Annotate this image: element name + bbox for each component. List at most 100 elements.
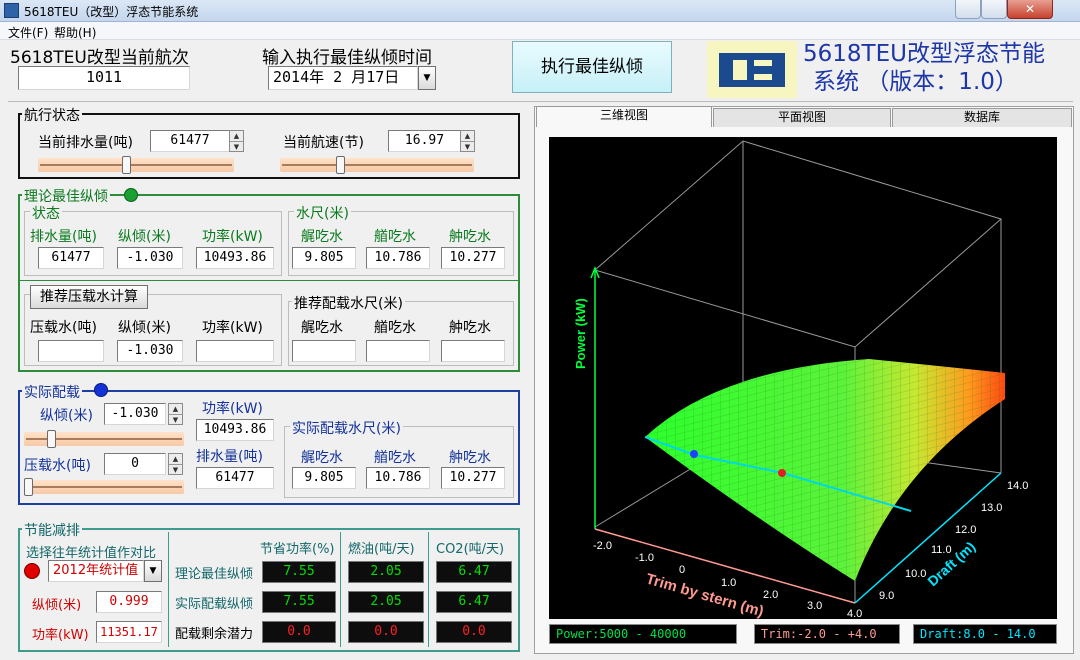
recommended-fwd-label: 艏吃水 bbox=[374, 320, 416, 336]
theory-mid-field[interactable]: 10.277 bbox=[441, 247, 505, 269]
displacement-label: 当前排水量(吨) bbox=[38, 135, 133, 151]
menu-help[interactable]: 帮助(H) bbox=[54, 24, 96, 41]
draft-tick: 11.0 bbox=[931, 544, 952, 556]
trim-tick: 4.0 bbox=[847, 608, 862, 619]
exec-date-picker[interactable]: 2014年 2 月17日 bbox=[268, 66, 418, 90]
theory-displacement-label: 排水量(吨) bbox=[30, 229, 97, 245]
ballast-power-field[interactable] bbox=[196, 340, 274, 362]
actual-fwd-label: 艏吃水 bbox=[374, 450, 416, 466]
theory-aft-label: 艉吃水 bbox=[301, 229, 343, 245]
actual-aft-label: 艉吃水 bbox=[301, 450, 343, 466]
saving-divider-1 bbox=[168, 532, 169, 647]
surface-plot[interactable]: Power (kW) -2.0 -1.0 0 1.0 2.0 3.0 4.0 T… bbox=[549, 137, 1057, 620]
actual-mid-field[interactable]: 10.277 bbox=[441, 467, 505, 489]
displacement-slider-thumb[interactable] bbox=[122, 156, 131, 174]
trim-tick: 0 bbox=[679, 564, 685, 576]
actual-trim-slider-thumb[interactable] bbox=[47, 430, 56, 448]
saving-fuel-value: 2.05 bbox=[348, 561, 424, 583]
recommended-fwd-field[interactable] bbox=[366, 340, 430, 362]
tab-3d-view[interactable]: 三维视图 bbox=[536, 106, 712, 127]
maximize-button[interactable] bbox=[981, 0, 1007, 19]
theory-draft-title: 水尺(米) bbox=[294, 203, 351, 223]
minimize-button[interactable] bbox=[955, 0, 981, 19]
recommended-mid-field[interactable] bbox=[441, 340, 505, 362]
actual-trim-field[interactable]: -1.030 bbox=[104, 403, 166, 425]
theory-trim-field[interactable]: -1.030 bbox=[117, 247, 183, 269]
theory-aft-field[interactable]: 9.805 bbox=[292, 247, 356, 269]
actual-ballast-field[interactable]: 0 bbox=[104, 453, 166, 475]
theory-power-field[interactable]: 10493.86 bbox=[196, 247, 274, 269]
title-bar: 5618TEU（改型）浮态节能系统 ✕ bbox=[0, 0, 1080, 22]
actual-power-field[interactable]: 10493.86 bbox=[196, 419, 274, 441]
displacement-spinner[interactable]: ▲ ▼ bbox=[229, 130, 244, 152]
speed-spinner[interactable]: ▲ ▼ bbox=[460, 130, 475, 152]
draft-range-status: Draft:8.0 - 14.0 bbox=[913, 624, 1057, 644]
theory-mid-label: 舯吃水 bbox=[449, 229, 491, 245]
saving-row-label: 理论最佳纵倾 bbox=[175, 567, 254, 582]
draft-tick: 9.0 bbox=[879, 590, 894, 602]
trim-tick: 1.0 bbox=[721, 577, 736, 589]
actual-mid-label: 舯吃水 bbox=[449, 450, 491, 466]
theory-displacement-field[interactable]: 61477 bbox=[38, 247, 104, 269]
voyage-field[interactable]: 1011 bbox=[18, 66, 190, 90]
tab-database[interactable]: 数据库 bbox=[892, 108, 1072, 127]
saving-co2-value: 6.47 bbox=[436, 561, 512, 583]
actual-fwd-field[interactable]: 10.786 bbox=[366, 467, 430, 489]
chevron-up-icon[interactable]: ▲ bbox=[461, 131, 474, 141]
actual-status-led-icon bbox=[94, 383, 108, 397]
theory-status-led-icon bbox=[124, 188, 138, 202]
theory-fwd-field[interactable]: 10.786 bbox=[366, 247, 430, 269]
recommended-aft-label: 艉吃水 bbox=[301, 320, 343, 336]
year-select[interactable]: 2012年统计值 bbox=[48, 560, 144, 582]
theory-trim-label: 纵倾(米) bbox=[118, 229, 171, 245]
menu-bar: 文件(F) 帮助(H) bbox=[0, 22, 1080, 40]
voyage-state-title: 航行状态 bbox=[22, 105, 82, 125]
chevron-down-icon[interactable]: ▼ bbox=[169, 464, 182, 474]
chevron-down-icon: ▼ bbox=[423, 73, 431, 83]
app-title-line1: 5618TEU改型浮态节能 bbox=[803, 41, 1045, 67]
saving-trim-field[interactable]: 0.999 bbox=[96, 591, 162, 613]
actual-draft-title: 实际配载水尺(米) bbox=[290, 418, 403, 438]
ballast-calc-button[interactable]: 推荐压载水计算 bbox=[30, 285, 148, 309]
actual-ballast-slider-thumb[interactable] bbox=[24, 478, 33, 496]
year-select-dropdown-button[interactable]: ▼ bbox=[144, 560, 162, 582]
app-title-line2: 系统 （版本：1.0） bbox=[813, 69, 1018, 95]
trim-axis-label: Trim by stern (m) bbox=[644, 571, 766, 619]
trim-tick: 2.0 bbox=[763, 589, 778, 601]
execute-best-trim-button[interactable]: 执行最佳纵倾 bbox=[512, 41, 672, 93]
saving-fuel-value: 0.0 bbox=[348, 621, 424, 643]
saving-power-value: 7.55 bbox=[262, 561, 336, 583]
recommended-aft-field[interactable] bbox=[292, 340, 356, 362]
actual-ballast-spinner[interactable]: ▲ ▼ bbox=[168, 453, 183, 475]
tab-plan-view[interactable]: 平面视图 bbox=[713, 108, 891, 127]
speed-slider[interactable] bbox=[280, 156, 474, 174]
saving-power-field[interactable]: 11351.17 bbox=[96, 621, 162, 643]
close-button[interactable]: ✕ bbox=[1007, 0, 1053, 19]
actual-aft-field[interactable]: 9.805 bbox=[292, 467, 356, 489]
saving-row-label: 配载剩余潜力 bbox=[175, 627, 254, 642]
menu-file[interactable]: 文件(F) bbox=[8, 24, 48, 41]
chevron-down-icon[interactable]: ▼ bbox=[169, 414, 182, 424]
actual-ballast-slider[interactable] bbox=[24, 478, 184, 496]
trim-tick: -1.0 bbox=[635, 552, 654, 564]
chevron-down-icon[interactable]: ▼ bbox=[230, 141, 243, 151]
displacement-field[interactable]: 61477 bbox=[150, 130, 230, 152]
ballast-trim-field[interactable]: -1.030 bbox=[117, 340, 183, 362]
speed-field[interactable]: 16.97 bbox=[388, 130, 461, 152]
actual-trim-spinner[interactable]: ▲ ▼ bbox=[168, 403, 183, 425]
actual-displacement-field[interactable]: 61477 bbox=[196, 467, 274, 489]
chevron-up-icon[interactable]: ▲ bbox=[230, 131, 243, 141]
saving-power-label: 功率(kW) bbox=[32, 628, 89, 643]
ballast-field[interactable] bbox=[38, 340, 104, 362]
speed-slider-thumb[interactable] bbox=[336, 156, 345, 174]
trim-tick: -2.0 bbox=[593, 540, 612, 552]
displacement-slider[interactable] bbox=[38, 156, 234, 174]
chevron-down-icon[interactable]: ▼ bbox=[461, 141, 474, 151]
surface-plot-svg[interactable]: Power (kW) -2.0 -1.0 0 1.0 2.0 3.0 4.0 T… bbox=[549, 137, 1057, 620]
chevron-up-icon[interactable]: ▲ bbox=[169, 404, 182, 414]
date-dropdown-button[interactable]: ▼ bbox=[418, 66, 436, 90]
actual-point-marker bbox=[690, 450, 698, 458]
actual-trim-slider[interactable] bbox=[24, 430, 184, 448]
exec-time-label: 输入执行最佳纵倾时间 bbox=[262, 48, 432, 68]
chevron-up-icon[interactable]: ▲ bbox=[169, 454, 182, 464]
